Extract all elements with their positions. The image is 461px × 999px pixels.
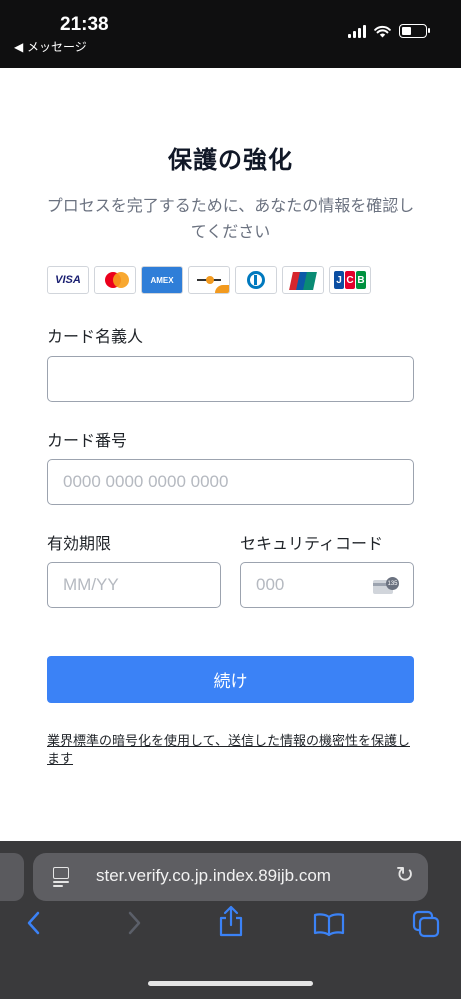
expiry-label: 有効期限: [47, 534, 112, 553]
reload-icon[interactable]: ↻: [396, 863, 414, 888]
expiry-input[interactable]: MM/YY: [47, 562, 221, 608]
back-icon[interactable]: [26, 910, 42, 936]
status-time: 21:38: [60, 14, 109, 35]
amex-logo: AMEX: [141, 266, 183, 294]
continue-button[interactable]: 続け: [47, 656, 414, 703]
security-code-placeholder: 000: [256, 575, 285, 594]
share-icon[interactable]: [218, 905, 244, 937]
cvc-card-icon: 135: [373, 577, 399, 594]
page-title: 保護の強化: [168, 146, 293, 174]
back-to-app-link[interactable]: ◀ メッセージ: [14, 38, 87, 55]
card-number-input[interactable]: 0000 0000 0000 0000: [47, 459, 414, 505]
visa-logo: VISA: [47, 266, 89, 294]
encryption-note-link[interactable]: 業界標準の暗号化を使用して、送信した情報の機密性を保護します: [47, 733, 417, 769]
tabs-icon[interactable]: [412, 910, 440, 938]
card-number-label: カード番号: [47, 431, 128, 450]
cellular-signal-icon: [348, 24, 366, 38]
cardholder-label: カード名義人: [47, 327, 144, 346]
page-menu-icon[interactable]: [53, 867, 71, 887]
wifi-icon: [374, 25, 391, 37]
status-icons: [348, 24, 430, 38]
cvc-badge: 135: [386, 577, 399, 590]
card-brand-logos: VISA AMEX JCB: [47, 266, 371, 294]
home-indicator: [148, 981, 313, 986]
discover-logo: [188, 266, 230, 294]
address-url[interactable]: ster.verify.co.jp.index.89ijb.com: [96, 866, 331, 886]
diners-logo: [235, 266, 277, 294]
status-bar: 21:38 ◀ メッセージ: [0, 0, 461, 68]
unionpay-logo: [282, 266, 324, 294]
previous-tab-peek[interactable]: [0, 853, 24, 901]
forward-icon[interactable]: [126, 910, 142, 936]
address-bar[interactable]: ster.verify.co.jp.index.89ijb.com ↻: [33, 853, 428, 901]
security-code-label: セキュリティコード: [240, 534, 384, 553]
mastercard-logo: [94, 266, 136, 294]
bookmarks-icon[interactable]: [313, 912, 345, 936]
page-subtitle: プロセスを完了するために、あなたの情報を確認してください: [46, 196, 415, 241]
cardholder-input[interactable]: [47, 356, 414, 402]
battery-icon: [399, 24, 430, 38]
security-code-input[interactable]: 000 135: [240, 562, 414, 608]
jcb-logo: JCB: [329, 266, 371, 294]
